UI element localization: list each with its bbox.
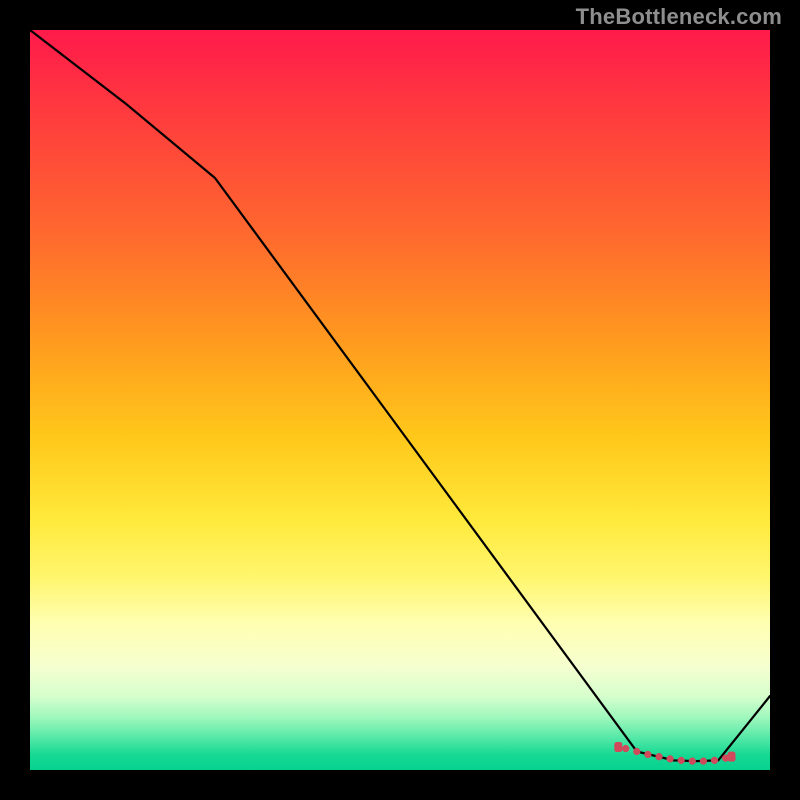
optimal-marker-dot bbox=[622, 745, 629, 752]
bottleneck-line bbox=[30, 30, 770, 761]
optimal-marker-dot bbox=[700, 758, 707, 765]
optimal-marker-dot bbox=[678, 757, 685, 764]
optimal-marker-dot bbox=[667, 756, 674, 763]
chart-overlay bbox=[30, 30, 770, 770]
optimal-end-cap bbox=[614, 742, 622, 752]
optimal-marker-dot bbox=[689, 758, 696, 765]
plot-container bbox=[30, 30, 770, 770]
optimal-marker-dot bbox=[656, 753, 663, 760]
optimal-marker-dot bbox=[722, 755, 729, 762]
optimal-marker-dot bbox=[711, 757, 718, 764]
optimal-marker-dot bbox=[633, 748, 640, 755]
watermark-text: TheBottleneck.com bbox=[576, 4, 782, 30]
optimal-marker-dot bbox=[645, 751, 652, 758]
chart-frame: TheBottleneck.com bbox=[0, 0, 800, 800]
